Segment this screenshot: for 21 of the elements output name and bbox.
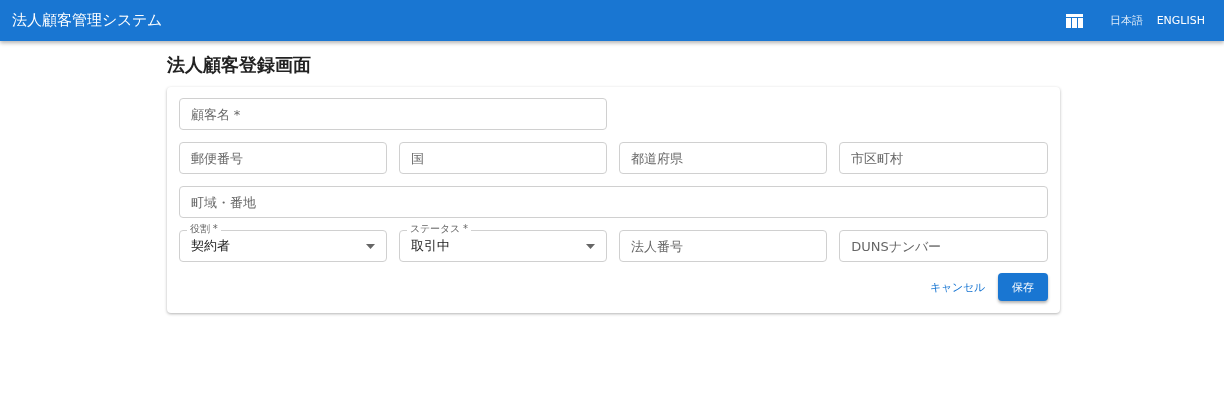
field-label: ステータス *: [406, 223, 471, 235]
input-field[interactable]: 法人番号: [619, 230, 828, 262]
select-value: 契約者: [190, 237, 231, 255]
cancel-button[interactable]: キャンセル: [928, 273, 986, 301]
input-field[interactable]: 郵便番号: [178, 142, 387, 174]
select-value: 取引中: [410, 237, 451, 255]
dropdown-icon: [365, 243, 375, 249]
field-label: 役割 *: [186, 223, 221, 235]
table-icon[interactable]: [1065, 13, 1083, 28]
save-button[interactable]: 保存: [997, 273, 1048, 301]
input-field[interactable]: 町域・番地: [178, 186, 1048, 218]
language-button[interactable]: 日本語: [1102, 9, 1150, 32]
input-field[interactable]: 顧客名 *: [178, 98, 607, 130]
input-field[interactable]: 市区町村: [839, 142, 1048, 174]
dropdown-icon: [586, 243, 595, 249]
page-title: 法人顧客登録画面: [166, 53, 312, 77]
input-field[interactable]: DUNSナンバー: [839, 230, 1048, 262]
input-field[interactable]: 国: [398, 142, 607, 174]
language-button[interactable]: ENGLISH: [1149, 10, 1212, 31]
app-title: 法人顧客管理システム: [12, 11, 163, 30]
input-field[interactable]: 都道府県: [619, 142, 828, 174]
